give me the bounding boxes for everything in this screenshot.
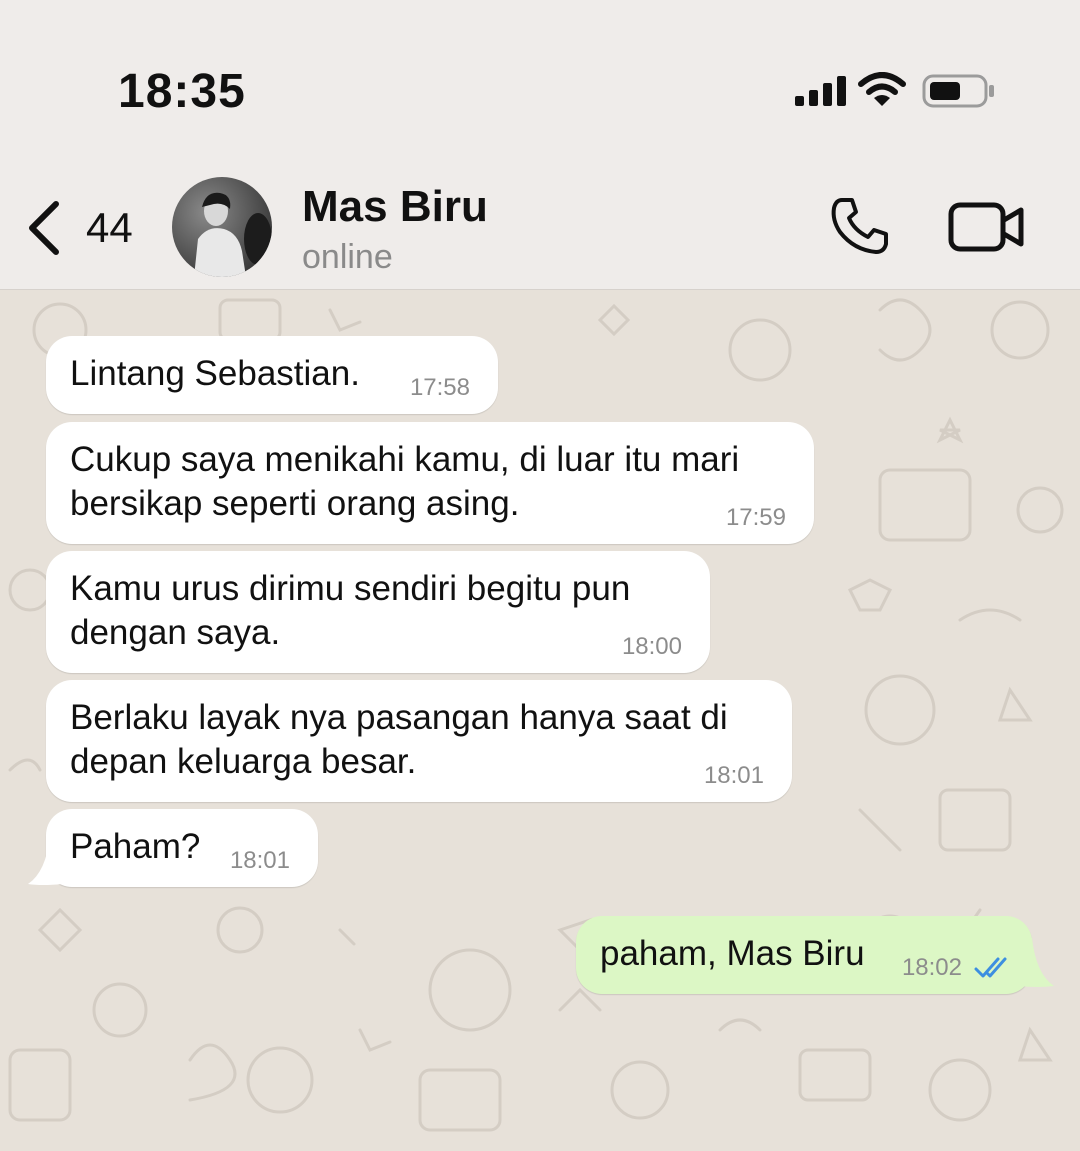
chat-area[interactable]: Lintang Sebastian. 17:58 Cukup saya meni… [0, 290, 1080, 1151]
message-text: paham, Mas Biru [600, 934, 865, 973]
message-time: 18:02 [901, 954, 962, 981]
contact-name[interactable]: Mas Biru [302, 182, 488, 232]
message-bubble-incoming[interactable]: Kamu urus dirimu sendiri begitu pun deng… [46, 551, 710, 673]
message-bubble-incoming[interactable]: Paham? 18:01 [46, 809, 318, 887]
contact-status: online [302, 238, 393, 276]
message-time: 17:58 [409, 374, 470, 401]
phone-icon[interactable] [828, 194, 892, 258]
bubble-tail-outgoing [1018, 938, 1054, 987]
avatar[interactable] [172, 177, 272, 277]
video-camera-icon[interactable] [948, 202, 1026, 252]
cellular-signal-icon [795, 76, 846, 106]
bubble-tail-incoming [28, 836, 62, 885]
wifi-icon [858, 72, 906, 106]
message-bubble-incoming[interactable]: Lintang Sebastian. 17:58 [46, 336, 498, 414]
chevron-left-icon[interactable] [24, 200, 64, 256]
message-time: 18:01 [703, 762, 764, 789]
message-text: Lintang Sebastian. [70, 354, 360, 393]
status-time: 18:35 [118, 65, 246, 118]
message-bubble-incoming[interactable]: Berlaku layak nya pasangan hanya saat di… [46, 680, 792, 802]
double-check-icon [974, 957, 1007, 978]
message-bubble-outgoing[interactable]: paham, Mas Biru 18:02 [576, 916, 1032, 994]
message-time: 17:59 [725, 504, 786, 531]
message-bubble-incoming[interactable]: Cukup saya menikahi kamu, di luar itu ma… [46, 422, 814, 544]
message-time: 18:00 [621, 633, 682, 660]
chat-header: 44 Mas Biru online [0, 160, 1080, 290]
message-time: 18:01 [229, 847, 290, 874]
unread-count[interactable]: 44 [86, 204, 133, 252]
battery-icon [922, 74, 994, 108]
status-bar: 18:35 [0, 0, 1080, 160]
message-text: Cukup saya menikahi kamu, di luar itu ma… [70, 440, 740, 523]
message-text: Kamu urus dirimu sendiri begitu pun deng… [70, 569, 631, 652]
message-text: Berlaku layak nya pasangan hanya saat di… [70, 698, 728, 781]
message-text: Paham? [70, 827, 201, 866]
